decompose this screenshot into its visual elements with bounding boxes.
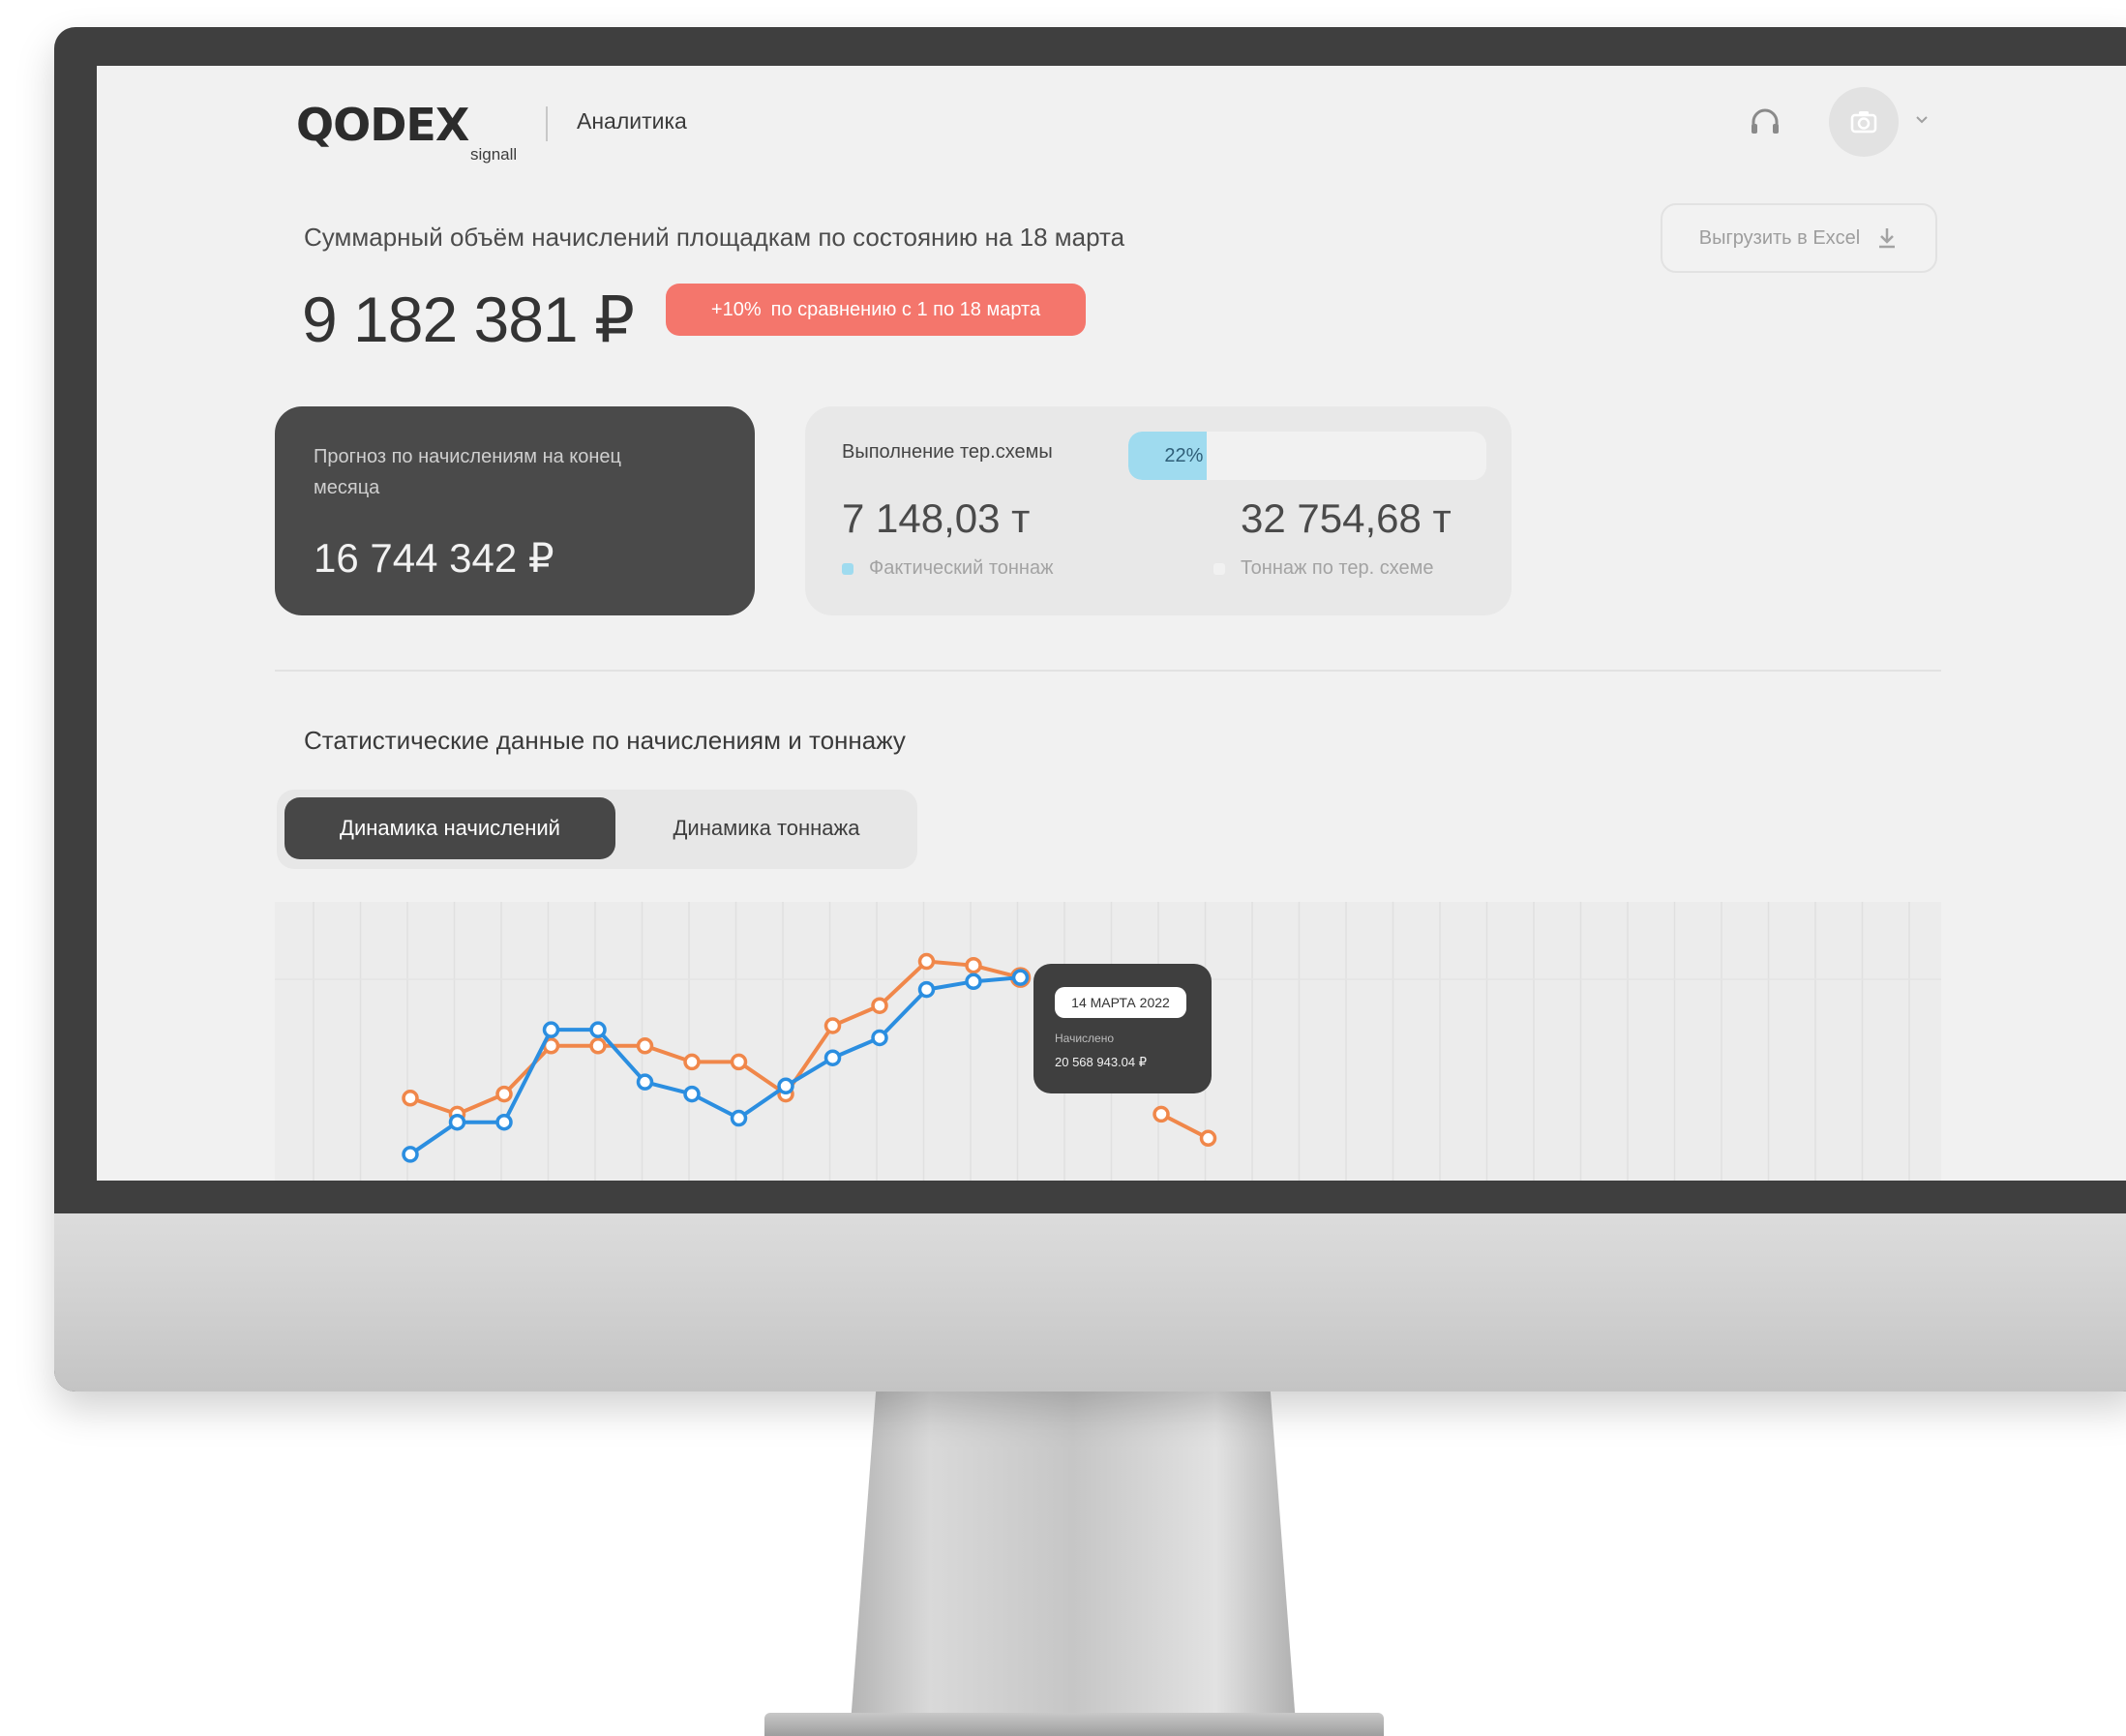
qodex-logo[interactable]: QODEX signall bbox=[296, 99, 517, 164]
avatar[interactable] bbox=[1829, 87, 1899, 157]
logo-text: QODEX bbox=[296, 99, 469, 151]
total-amount: 9 182 381 ₽ bbox=[302, 284, 635, 355]
data-point[interactable] bbox=[965, 973, 982, 991]
data-point[interactable] bbox=[589, 1021, 607, 1038]
data-point[interactable] bbox=[1153, 1105, 1170, 1123]
actual-legend: Фактический тоннаж bbox=[842, 557, 1053, 580]
forecast-value: 16 744 342 ₽ bbox=[314, 535, 554, 581]
data-point[interactable] bbox=[823, 1017, 842, 1034]
download-icon bbox=[1879, 228, 1896, 249]
header-divider bbox=[546, 106, 548, 141]
badge-text: по сравнению с 1 по 18 марта bbox=[770, 298, 1041, 320]
data-point[interactable] bbox=[730, 1053, 748, 1071]
plan-tonnage-value: 32 754,68 т bbox=[1241, 495, 1452, 541]
data-point[interactable] bbox=[917, 952, 936, 971]
export-label: Выгрузить в Excel bbox=[1698, 226, 1861, 249]
data-point[interactable] bbox=[730, 1109, 748, 1127]
progress-label: 22% bbox=[1164, 444, 1204, 466]
logo-subtitle: signall bbox=[470, 145, 518, 164]
tab-accruals-dynamics[interactable]: Динамика начислений bbox=[284, 797, 615, 859]
data-point[interactable] bbox=[448, 1113, 466, 1131]
monitor-stand bbox=[850, 1384, 1297, 1736]
forecast-label: Прогноз по начислениям на конец месяца bbox=[314, 446, 622, 498]
app-screen: QODEX signall Аналитика Суммарный объём … bbox=[97, 66, 2126, 1181]
section-divider bbox=[275, 670, 1941, 672]
monitor-foot bbox=[764, 1713, 1384, 1736]
headset-icon[interactable] bbox=[1746, 105, 1784, 143]
data-point[interactable] bbox=[871, 997, 888, 1014]
plan-legend: Тоннаж по тер. схеме bbox=[1213, 557, 1434, 580]
data-point[interactable] bbox=[1011, 969, 1030, 986]
monitor-chin bbox=[54, 1213, 2126, 1392]
data-point[interactable] bbox=[683, 1085, 701, 1103]
actual-tonnage-value: 7 148,03 т bbox=[842, 495, 1031, 541]
data-point[interactable] bbox=[683, 1053, 701, 1071]
stats-tabs: Динамика начислений Динамика тоннажа bbox=[277, 790, 917, 869]
change-badge: +10% по сравнению с 1 по 18 марта bbox=[666, 284, 1086, 336]
chart-tooltip: 14 МАРТА 2022 Начислено 20 568 943.04 ₽ bbox=[1033, 964, 1212, 1093]
tooltip-date: 14 МАРТА 2022 bbox=[1055, 987, 1186, 1018]
chevron-down-icon[interactable] bbox=[1912, 110, 1931, 130]
data-point[interactable] bbox=[777, 1077, 794, 1095]
data-point[interactable] bbox=[823, 1049, 842, 1066]
tooltip-value: 20 568 943.04 ₽ bbox=[1055, 1055, 1148, 1069]
data-point[interactable] bbox=[965, 956, 982, 974]
legend-dot-light bbox=[1213, 562, 1225, 575]
data-point[interactable] bbox=[871, 1029, 888, 1047]
scheme-progress-bar: 22% bbox=[1128, 432, 1486, 480]
data-point[interactable] bbox=[402, 1146, 419, 1163]
section-title: Аналитика bbox=[577, 108, 687, 134]
data-point[interactable] bbox=[917, 980, 936, 999]
stats-title: Статистические данные по начислениям и т… bbox=[304, 726, 906, 755]
data-point[interactable] bbox=[589, 1037, 607, 1055]
data-point[interactable] bbox=[495, 1113, 513, 1131]
tab-tonnage-dynamics[interactable]: Динамика тоннажа bbox=[623, 797, 910, 859]
badge-change: +10% bbox=[710, 298, 762, 320]
data-point[interactable] bbox=[636, 1073, 654, 1091]
data-point[interactable] bbox=[1199, 1129, 1217, 1148]
data-point[interactable] bbox=[495, 1085, 513, 1103]
data-point[interactable] bbox=[402, 1090, 419, 1107]
tooltip-label: Начислено bbox=[1055, 1032, 1115, 1045]
data-point[interactable] bbox=[636, 1037, 654, 1055]
forecast-card: Прогноз по начислениям на конец месяца 1… bbox=[275, 406, 755, 615]
scheme-progress-fill: 22% bbox=[1128, 432, 1208, 480]
export-excel-button[interactable]: Выгрузить в Excel bbox=[1661, 203, 1937, 273]
scheme-card: Выполнение тер.схемы 22% 7 148,03 т 32 7… bbox=[805, 406, 1512, 615]
plan-legend-label: Тоннаж по тер. схеме bbox=[1241, 557, 1434, 579]
actual-legend-label: Фактический тоннаж bbox=[869, 557, 1054, 579]
data-point[interactable] bbox=[542, 1021, 560, 1038]
legend-dot-blue bbox=[842, 562, 853, 575]
summary-title: Суммарный объём начислений площадкам по … bbox=[304, 223, 1125, 252]
camera-icon bbox=[1850, 111, 1877, 134]
scheme-title: Выполнение тер.схемы bbox=[842, 441, 1053, 463]
